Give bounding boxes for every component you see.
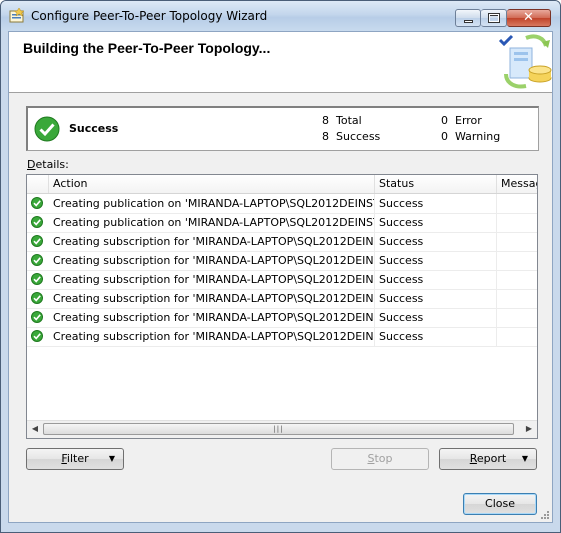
table-row[interactable]: Creating subscription for 'MIRANDA-LAPTO… <box>27 308 537 328</box>
summary-status: Success <box>69 122 119 135</box>
grid-header: Action Status Message <box>27 175 537 194</box>
message-cell <box>497 270 537 289</box>
details-grid[interactable]: Action Status Message Creating publicati… <box>26 174 538 439</box>
report-accel: R <box>469 452 477 465</box>
success-check-icon <box>31 197 43 209</box>
close-icon: ✕ <box>523 10 534 25</box>
column-header-action[interactable]: Action <box>49 175 375 193</box>
details-label: Details: <box>27 158 69 171</box>
action-cell: Creating subscription for 'MIRANDA-LAPTO… <box>49 289 375 308</box>
warning-label: Warning <box>455 130 501 143</box>
minimize-button[interactable] <box>455 9 481 27</box>
total-label: Total <box>336 114 362 127</box>
success-check-icon <box>31 330 43 342</box>
column-header-status[interactable]: Status <box>375 175 497 193</box>
success-check-icon <box>31 235 43 247</box>
table-row[interactable]: Creating subscription for 'MIRANDA-LAPTO… <box>27 327 537 347</box>
message-cell <box>497 289 537 308</box>
filter-button[interactable]: Filter ▼ <box>26 448 124 470</box>
action-cell: Creating subscription for 'MIRANDA-LAPTO… <box>49 308 375 327</box>
warning-count: 0 <box>441 130 448 143</box>
minimize-icon <box>464 20 473 23</box>
wizard-banner-icon <box>498 34 552 89</box>
action-cell: Creating subscription for 'MIRANDA-LAPTO… <box>49 327 375 346</box>
message-cell <box>497 194 537 213</box>
window-title: Configure Peer-To-Peer Topology Wizard <box>31 9 268 23</box>
success-label: Success <box>336 130 381 143</box>
close-button[interactable]: Close <box>463 493 537 515</box>
page-title: Building the Peer-To-Peer Topology... <box>23 40 271 56</box>
status-cell: Success <box>375 327 497 346</box>
status-cell: Success <box>375 251 497 270</box>
scroll-left-icon[interactable]: ◀ <box>30 424 40 433</box>
stop-button[interactable]: Stop <box>331 448 429 470</box>
status-cell: Success <box>375 308 497 327</box>
action-cell: Creating subscription for 'MIRANDA-LAPTO… <box>49 232 375 251</box>
title-bar[interactable]: Configure Peer-To-Peer Topology Wizard ✕ <box>1 1 560 31</box>
column-header-icon[interactable] <box>27 175 49 193</box>
wizard-header: Building the Peer-To-Peer Topology... <box>9 32 552 93</box>
status-cell: Success <box>375 232 497 251</box>
report-label: eport <box>476 452 507 465</box>
summary-panel: Success 8 Total 8 Success 0 Error 0 Warn… <box>26 106 539 151</box>
message-cell <box>497 251 537 270</box>
success-check-icon <box>31 254 43 266</box>
scroll-right-icon[interactable]: ▶ <box>524 424 534 433</box>
table-row[interactable]: Creating subscription for 'MIRANDA-LAPTO… <box>27 251 537 271</box>
action-cell: Creating subscription for 'MIRANDA-LAPTO… <box>49 251 375 270</box>
action-cell: Creating publication on 'MIRANDA-LAPTOP\… <box>49 194 375 213</box>
status-cell: Success <box>375 194 497 213</box>
dropdown-arrow-icon: ▼ <box>521 454 528 463</box>
maximize-button[interactable] <box>481 9 507 27</box>
success-check-icon <box>31 216 43 228</box>
error-count: 0 <box>441 114 448 127</box>
action-cell: Creating subscription for 'MIRANDA-LAPTO… <box>49 270 375 289</box>
success-check-icon <box>31 273 43 285</box>
success-count: 8 <box>322 130 329 143</box>
resize-grip-icon[interactable] <box>540 510 550 520</box>
maximize-icon <box>488 13 500 23</box>
table-row[interactable]: Creating subscription for 'MIRANDA-LAPTO… <box>27 270 537 290</box>
error-label: Error <box>455 114 482 127</box>
details-label-rest: etails: <box>35 158 69 171</box>
message-cell <box>497 308 537 327</box>
wizard-client-area: Building the Peer-To-Peer Topology... Su… <box>8 31 553 523</box>
success-check-icon <box>31 292 43 304</box>
column-header-message[interactable]: Message <box>497 175 537 193</box>
close-window-button[interactable]: ✕ <box>507 9 551 27</box>
success-check-icon <box>31 311 43 323</box>
status-cell: Success <box>375 270 497 289</box>
report-button[interactable]: Report ▼ <box>439 448 537 470</box>
stop-label: top <box>374 452 393 465</box>
message-cell <box>497 232 537 251</box>
status-cell: Success <box>375 289 497 308</box>
message-cell <box>497 213 537 232</box>
horizontal-scrollbar[interactable]: ◀ ||| ▶ <box>27 420 537 438</box>
action-cell: Creating publication on 'MIRANDA-LAPTOP\… <box>49 213 375 232</box>
table-row[interactable]: Creating publication on 'MIRANDA-LAPTOP\… <box>27 194 537 214</box>
message-cell <box>497 327 537 346</box>
table-row[interactable]: Creating publication on 'MIRANDA-LAPTOP\… <box>27 213 537 233</box>
table-row[interactable]: Creating subscription for 'MIRANDA-LAPTO… <box>27 289 537 309</box>
wizard-window: Configure Peer-To-Peer Topology Wizard ✕… <box>0 0 561 533</box>
table-row[interactable]: Creating subscription for 'MIRANDA-LAPTO… <box>27 232 537 252</box>
scrollbar-thumb[interactable]: ||| <box>43 423 514 435</box>
wizard-app-icon <box>9 8 25 23</box>
filter-label: ilter <box>66 452 89 465</box>
success-check-icon <box>34 116 60 142</box>
status-cell: Success <box>375 213 497 232</box>
dropdown-arrow-icon: ▼ <box>108 454 115 463</box>
total-count: 8 <box>322 114 329 127</box>
